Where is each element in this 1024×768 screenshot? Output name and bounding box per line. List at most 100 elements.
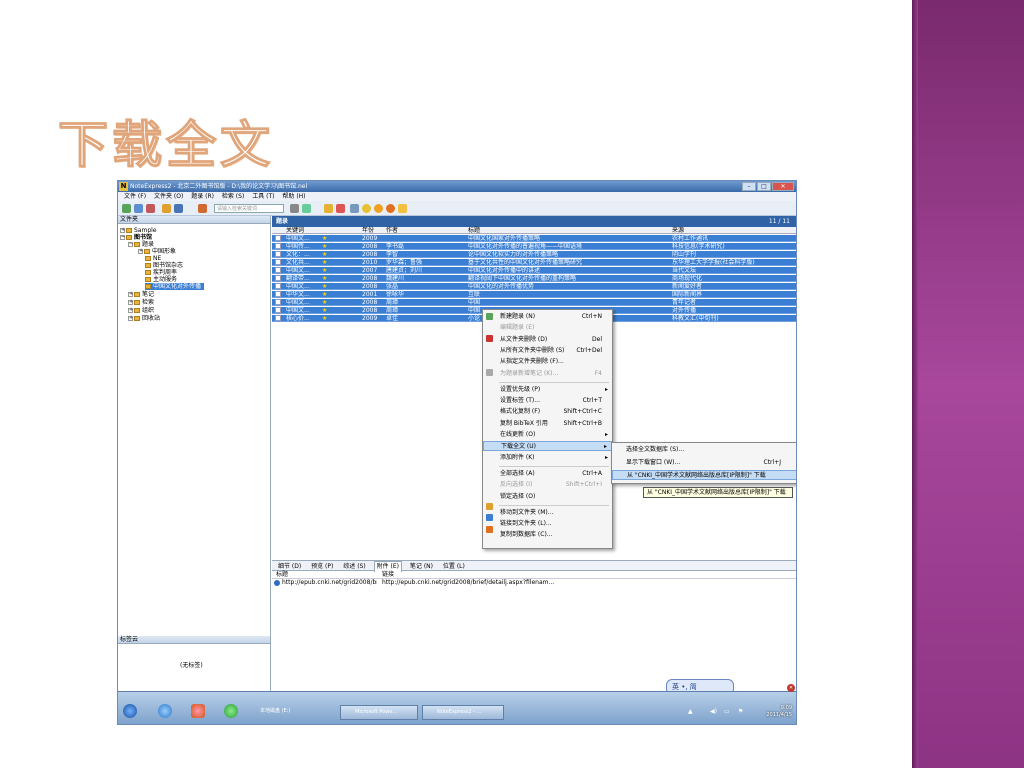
- tree-item-search[interactable]: + 检索: [128, 299, 154, 306]
- attach-row[interactable]: http://epub.cnki.net/grid2008/bri... htt…: [272, 579, 796, 587]
- context-menu-item[interactable]: 格式化复制 (F) Shift+Ctrl+C: [483, 407, 612, 417]
- table-row[interactable]: 文化共... ★ 2010 罗华森；鲁强 基于文化共性的中国文化对外传播策略研究 东华理工…: [272, 259, 796, 266]
- tree-item-china-image[interactable]: + 中国形象: [138, 248, 176, 255]
- tray-arrow-icon[interactable]: ▲: [688, 708, 693, 715]
- table-row[interactable]: 中国文... ★ 2007 唐建贞；刘川 中国文化对外传播中的讲述 当代文坛: [272, 267, 796, 274]
- context-menu-item[interactable]: 从所有文件夹中删除 (S) Ctrl+Del: [483, 346, 612, 356]
- search-icon[interactable]: [198, 204, 207, 213]
- close-button[interactable]: ✕: [772, 182, 794, 191]
- cell-keyword: 中国文...: [286, 283, 310, 290]
- online-search-icon[interactable]: [174, 204, 183, 213]
- menu-records[interactable]: 题录 (R): [191, 193, 214, 200]
- minimize-button[interactable]: –: [742, 182, 756, 191]
- network-icon[interactable]: ▭: [724, 708, 730, 715]
- table-row[interactable]: 中国文... ★ 2008 张晶 中国文化的对外传播优势 新闻爱好者: [272, 283, 796, 290]
- cell-year: 2008: [362, 307, 378, 314]
- context-menu-item[interactable]: 从指定文件夹删除 (F)...: [483, 357, 612, 367]
- tree-item-library[interactable]: − 图书馆: [120, 234, 152, 241]
- expander-icon[interactable]: −: [128, 242, 133, 247]
- tree-item-culture-communication[interactable]: 中国文化对外传播: [145, 283, 205, 290]
- context-menu-item[interactable]: 下载全文 (U) ▸: [483, 441, 612, 452]
- context-menu-item[interactable]: 复制 BibTeX 引用 Shift+Ctrl+B: [483, 419, 612, 429]
- tree-item-organize[interactable]: + 组织: [128, 307, 154, 314]
- tree-item-ne[interactable]: NE: [145, 255, 161, 262]
- tree-item-sample[interactable]: + Sample: [120, 227, 157, 234]
- submenu-item[interactable]: 从 "CNKI_中国学术文献网络出版总库[IP限制]" 下载: [612, 470, 796, 480]
- context-menu-item[interactable]: 新建题录 (N) Ctrl+N: [483, 312, 612, 322]
- expander-icon[interactable]: +: [128, 308, 133, 313]
- new-record-icon[interactable]: [122, 204, 131, 213]
- menu-folder[interactable]: 文件夹 (O): [154, 193, 183, 200]
- menu-item-label: 锁定选择 (O): [500, 492, 536, 500]
- system-clock[interactable]: 9:09 2011/4/15: [766, 705, 792, 719]
- expander-icon[interactable]: +: [138, 249, 143, 254]
- tag-icon[interactable]: [324, 204, 333, 213]
- context-menu-item[interactable]: 设置标签 (T)... Ctrl+T: [483, 396, 612, 406]
- tree-item-recycle-bin[interactable]: + 回收站: [128, 315, 160, 322]
- taskbar-item-powerpoint[interactable]: Microsoft Powe...: [340, 705, 418, 720]
- context-menu-item[interactable]: 复制到数据库 (C)...: [483, 530, 612, 540]
- expander-icon[interactable]: −: [120, 235, 125, 240]
- tree-item-weekly[interactable]: 疾判周率: [145, 269, 177, 276]
- context-menu-item[interactable]: 设置优先级 (P) ▸: [483, 385, 612, 395]
- tree-item-active-service[interactable]: 主动服务: [145, 276, 177, 283]
- menu-tools[interactable]: 工具 (T): [252, 193, 274, 200]
- submenu-item[interactable]: 选择全文数据库 (S)...: [612, 445, 796, 455]
- context-menu-item[interactable]: 从文件夹删除 (D) Del: [483, 335, 612, 345]
- dropdown-icon[interactable]: [290, 204, 299, 213]
- menu-search[interactable]: 检索 (S): [222, 193, 244, 200]
- maximize-button[interactable]: □: [757, 182, 771, 191]
- attach-link[interactable]: http://epub.cnki.net/grid2008/brief/deta…: [382, 579, 554, 587]
- table-row[interactable]: 中国文... ★ 2008 周璋 中国 青年记者: [272, 299, 796, 306]
- settings-icon[interactable]: [398, 204, 407, 213]
- context-menu-item[interactable]: 全部选择 (A) Ctrl+A: [483, 469, 612, 479]
- flag-icon[interactable]: ⚑: [738, 708, 743, 715]
- col-year[interactable]: 年份: [362, 227, 374, 234]
- context-menu-item[interactable]: 为题录新增笔记 (K)... F4: [483, 369, 612, 379]
- context-menu-item[interactable]: 编辑题录 (E): [483, 323, 612, 333]
- volume-icon[interactable]: ◀): [710, 708, 717, 715]
- note-icon[interactable]: [374, 204, 383, 213]
- menu-file[interactable]: 文件 (F): [124, 193, 146, 200]
- context-menu-item[interactable]: 移动到文件夹 (M)...: [483, 508, 612, 518]
- col-source[interactable]: 来源: [672, 227, 684, 234]
- filter-icon[interactable]: [302, 204, 311, 213]
- expander-icon[interactable]: +: [128, 316, 133, 321]
- expander-icon[interactable]: +: [128, 292, 133, 297]
- tree-item-notes[interactable]: + 笔记: [128, 291, 154, 298]
- table-row[interactable]: 翻译带... ★ 2008 魏建川 翻译视阈下中国文化对外传播的重构策略 商场现代化: [272, 275, 796, 282]
- context-menu-item[interactable]: 锁定选择 (O): [483, 492, 612, 502]
- help-icon[interactable]: [386, 204, 395, 213]
- download-icon[interactable]: [350, 204, 359, 213]
- start-icon[interactable]: [123, 704, 137, 718]
- table-row[interactable]: 中华文... ★ 2001 徐咏华 互联 国际新闻界: [272, 291, 796, 298]
- tree-item-records[interactable]: − 题录: [128, 241, 154, 248]
- context-menu-item[interactable]: 添加附件 (K) ▸: [483, 453, 612, 463]
- menu-help[interactable]: 帮助 (H): [282, 193, 305, 200]
- taskbar-item-disk[interactable]: 本地磁盘 (E:): [246, 705, 326, 720]
- search-input[interactable]: 请输入检索关键词: [214, 204, 284, 213]
- col-keyword[interactable]: 关键词: [286, 227, 304, 234]
- star-icon[interactable]: [362, 204, 371, 213]
- close-icon[interactable]: ✕: [787, 684, 795, 692]
- delete-icon[interactable]: [146, 204, 155, 213]
- table-row[interactable]: 文化：... ★ 2008 李智 论中国文化软实力的对外传播策略 阴山学刊: [272, 251, 796, 258]
- expander-icon[interactable]: +: [128, 300, 133, 305]
- context-menu-item[interactable]: 在线更新 (O) ▸: [483, 430, 612, 440]
- col-title[interactable]: 标题: [468, 227, 480, 234]
- edit-icon[interactable]: [134, 204, 143, 213]
- table-row[interactable]: 中国传... ★ 2008 李书磊 中国文化对外传播的普遍视角——中国语境 科技信息(学术…: [272, 243, 796, 250]
- col-author[interactable]: 作者: [386, 227, 398, 234]
- media-player-icon[interactable]: [191, 704, 205, 718]
- browser-icon[interactable]: [224, 704, 238, 718]
- ie-icon[interactable]: [158, 704, 172, 718]
- taskbar-item-noteexpress[interactable]: NoteExpress2 - ...: [422, 705, 504, 720]
- highlight-icon[interactable]: [336, 204, 345, 213]
- tree-item-library-journal[interactable]: 图书馆杂志: [145, 262, 183, 269]
- folder-icon[interactable]: [162, 204, 171, 213]
- submenu-item[interactable]: 显示下载窗口 (W)... Ctrl+J: [612, 458, 796, 468]
- expander-icon[interactable]: +: [120, 228, 125, 233]
- table-row[interactable]: 中国文... ★ 2009 中国文化国家对外传播策略 农村工作通讯: [272, 235, 796, 242]
- context-menu-item[interactable]: 链接到文件夹 (L)...: [483, 519, 612, 529]
- context-menu-item[interactable]: 反向选择 (I) Shift+Ctrl+I: [483, 480, 612, 490]
